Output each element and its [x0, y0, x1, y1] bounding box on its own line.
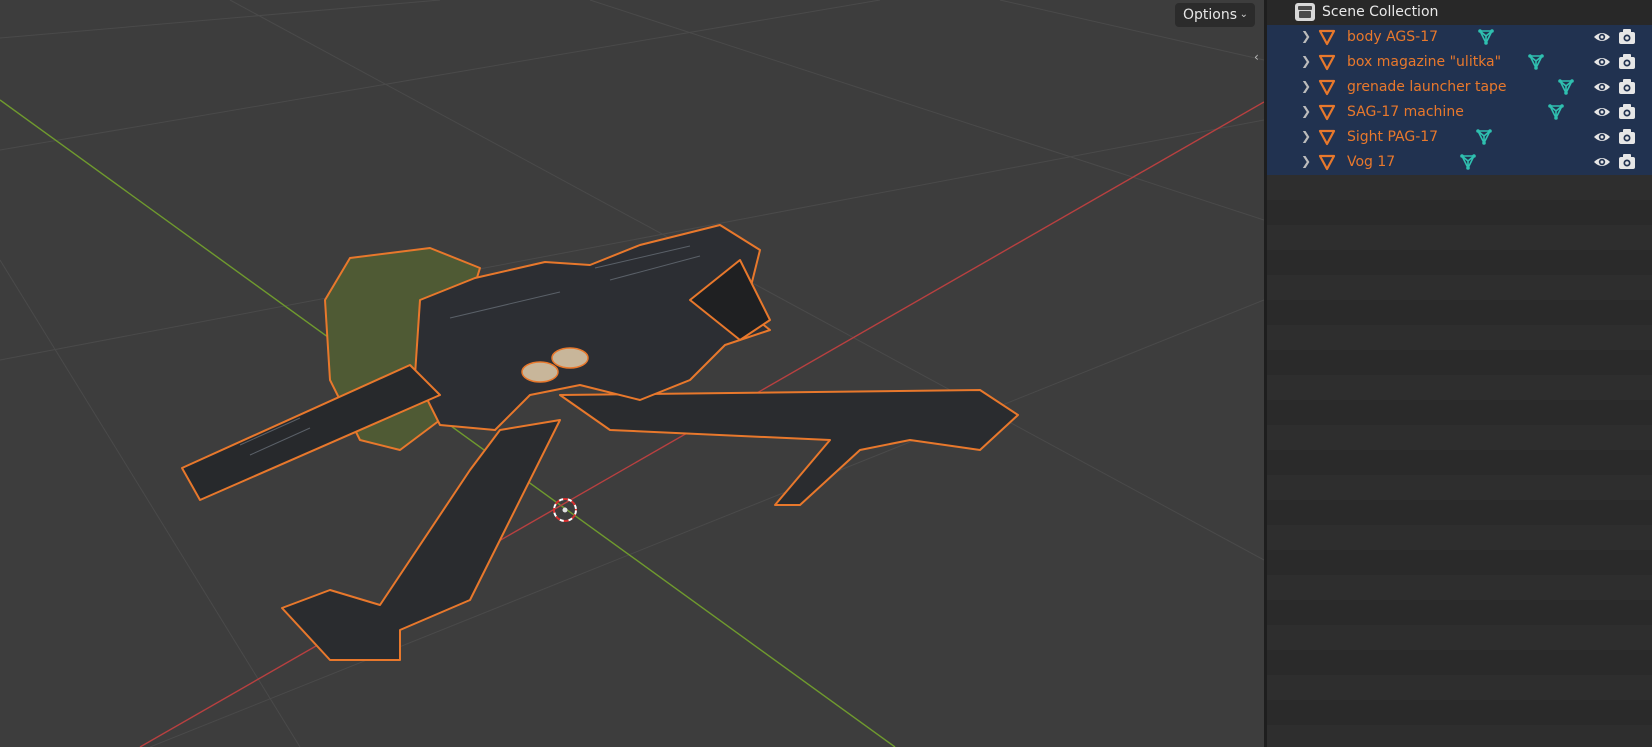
expand-chevron-icon[interactable]: ❯ — [1301, 154, 1311, 168]
mesh-object-icon — [1318, 79, 1336, 96]
tripod-leg-right — [559, 389, 1019, 506]
scene-collection-row[interactable]: Scene Collection — [1267, 0, 1652, 25]
camera-icon[interactable] — [1618, 53, 1636, 70]
mesh-data-icon[interactable] — [1547, 103, 1565, 121]
mesh-object-icon — [1318, 129, 1336, 146]
viewport-scene[interactable] — [0, 0, 1264, 747]
tripod-leg-left — [281, 419, 561, 661]
outliner-object-name: Vog 17 — [1347, 154, 1396, 170]
outliner-object-row[interactable]: ❯ box magazine "ulitka" — [1267, 50, 1652, 75]
outliner-panel[interactable]: Scene Collection ❯ body AGS-17 ❯ box magazi… — [1267, 0, 1652, 747]
eye-icon[interactable] — [1593, 105, 1611, 119]
outliner-object-row[interactable]: ❯ body AGS-17 — [1267, 25, 1652, 50]
scene-collection-label: Scene Collection — [1322, 4, 1439, 20]
camera-icon[interactable] — [1618, 28, 1636, 45]
expand-chevron-icon[interactable]: ❯ — [1301, 29, 1311, 43]
options-label: Options — [1183, 7, 1238, 23]
outliner-object-row[interactable]: ❯ Vog 17 — [1267, 150, 1652, 175]
mesh-data-icon[interactable] — [1475, 128, 1493, 146]
outliner-object-name: box magazine "ulitka" — [1347, 54, 1502, 70]
mesh-object-icon — [1318, 154, 1336, 171]
expand-chevron-icon[interactable]: ❯ — [1301, 129, 1311, 143]
mesh-data-icon[interactable] — [1527, 53, 1545, 71]
expand-chevron-icon[interactable]: ❯ — [1301, 54, 1311, 68]
chevron-down-icon: ⌄ — [1239, 9, 1248, 20]
expand-chevron-icon[interactable]: ❯ — [1301, 79, 1311, 93]
camera-icon[interactable] — [1618, 153, 1636, 170]
outliner-object-row[interactable]: ❯ Sight PAG-17 — [1267, 125, 1652, 150]
expand-chevron-icon[interactable]: ❯ — [1301, 104, 1311, 118]
mesh-object-icon — [1318, 104, 1336, 121]
grenade-launcher-model[interactable] — [181, 224, 1019, 661]
mesh-data-icon[interactable] — [1557, 78, 1575, 96]
mesh-data-icon[interactable] — [1477, 28, 1495, 46]
mesh-object-icon — [1318, 29, 1336, 46]
outliner-object-name: body AGS-17 — [1347, 29, 1439, 45]
camera-icon[interactable] — [1618, 78, 1636, 95]
collection-icon — [1295, 3, 1315, 21]
eye-icon[interactable] — [1593, 55, 1611, 69]
eye-icon[interactable] — [1593, 155, 1611, 169]
outliner-object-row[interactable]: ❯ SAG-17 machine — [1267, 100, 1652, 125]
camera-icon[interactable] — [1618, 128, 1636, 145]
3d-viewport[interactable]: Options ⌄ ‹ — [0, 0, 1264, 747]
options-button[interactable]: Options ⌄ — [1175, 3, 1255, 27]
eye-icon[interactable] — [1593, 30, 1611, 44]
eye-icon[interactable] — [1593, 80, 1611, 94]
outliner-object-name: Sight PAG-17 — [1347, 129, 1439, 145]
outliner-object-name: grenade launcher tape — [1347, 79, 1507, 95]
mesh-object-icon — [1318, 54, 1336, 71]
eye-icon[interactable] — [1593, 130, 1611, 144]
chevron-left-icon[interactable]: ‹ — [1254, 50, 1264, 64]
3d-cursor-icon[interactable] — [553, 498, 577, 522]
camera-icon[interactable] — [1618, 103, 1636, 120]
mesh-data-icon[interactable] — [1459, 153, 1477, 171]
outliner-object-name: SAG-17 machine — [1347, 104, 1464, 120]
outliner-object-row[interactable]: ❯ grenade launcher tape — [1267, 75, 1652, 100]
